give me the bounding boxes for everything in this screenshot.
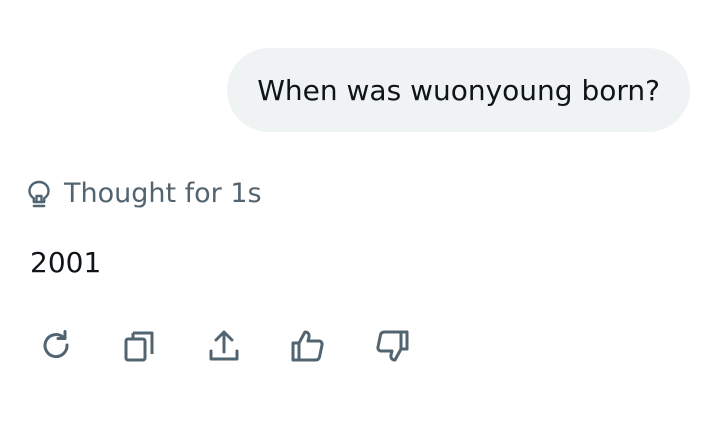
- thumbs-down-icon: [376, 330, 409, 362]
- share-icon: [209, 330, 239, 361]
- thumbs-up-icon: [291, 330, 324, 362]
- copy-icon: [124, 331, 154, 362]
- share-button[interactable]: [204, 326, 244, 366]
- user-message-bubble: When was wuonyoung born?: [227, 48, 690, 132]
- response-actions: [36, 326, 456, 366]
- lightbulb-icon: [26, 179, 52, 209]
- user-message-text: When was wuonyoung born?: [257, 73, 660, 107]
- regenerate-icon: [43, 330, 69, 358]
- thumbs-up-button[interactable]: [288, 326, 328, 366]
- thought-label: Thought for 1s: [64, 178, 262, 209]
- thumbs-down-button[interactable]: [372, 326, 412, 366]
- assistant-answer: 2001: [30, 246, 102, 279]
- regenerate-button[interactable]: [36, 326, 76, 366]
- copy-button[interactable]: [120, 326, 160, 366]
- chat-container: When was wuonyoung born? Thought for 1s …: [0, 0, 720, 423]
- thought-indicator[interactable]: Thought for 1s: [26, 178, 262, 209]
